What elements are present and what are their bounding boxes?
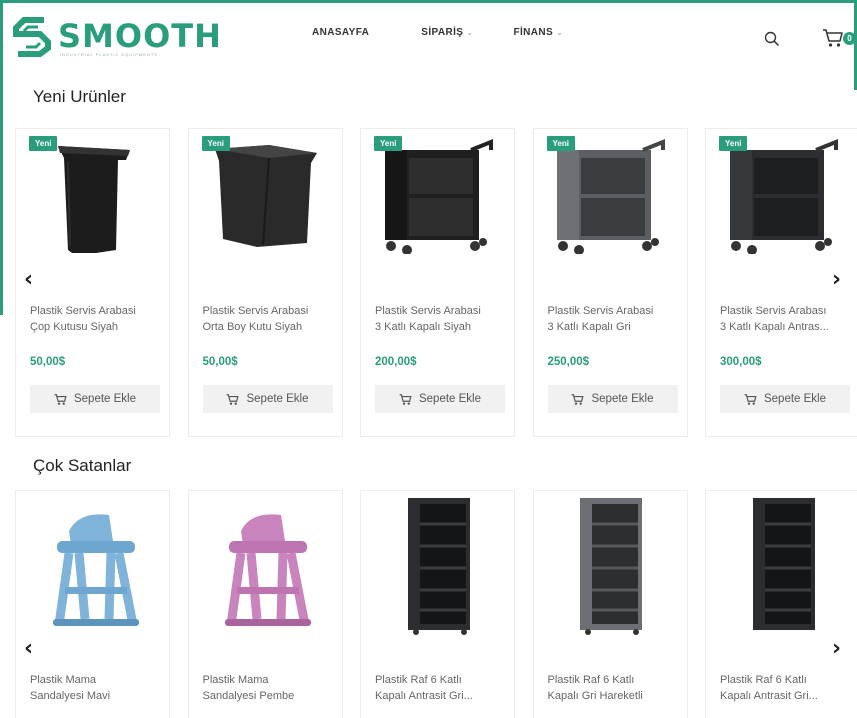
main-nav: ANASAYFA SİPARİŞ ⌄ FİNANS ⌄ bbox=[312, 27, 563, 38]
add-to-cart-button[interactable]: Sepete Ekle bbox=[202, 385, 333, 413]
logo-tagline: INDUSTRIAL PLASTIC EQUIPMENTS bbox=[60, 52, 158, 57]
cart-icon bbox=[54, 393, 67, 405]
logo-text: SMOOTH bbox=[58, 17, 222, 55]
product-image[interactable] bbox=[16, 491, 171, 641]
product-price: 50,00$ bbox=[30, 356, 66, 368]
product-card[interactable]: Yeni Plastik Servis Arabasi Çop Kutusu S… bbox=[15, 128, 170, 437]
nav-item-label: ANASAYFA bbox=[312, 27, 370, 38]
product-name[interactable]: Plastik Mama Sandalyesi Pembe bbox=[203, 672, 335, 704]
product-name[interactable]: Plastik Raf 6 Katlı Kapalı Gri Hareketli bbox=[548, 672, 680, 704]
cart-icon bbox=[399, 393, 412, 405]
logo-mark-icon bbox=[13, 17, 51, 57]
nav-item-anasayfa[interactable]: ANASAYFA bbox=[312, 27, 369, 38]
add-to-cart-label: Sepete Ekle bbox=[763, 393, 826, 405]
product-price: 200,00$ bbox=[375, 356, 417, 368]
product-carousel-best-sellers: Plastik Mama Sandalyesi Mavi Plastik Mam… bbox=[15, 490, 857, 718]
section-title-best-sellers: Çok Satanlar bbox=[33, 456, 132, 475]
black-bin-image bbox=[57, 145, 130, 253]
nav-item-siparis[interactable]: SİPARİŞ ⌄ bbox=[421, 27, 473, 38]
new-badge: Yeni bbox=[201, 136, 230, 151]
product-card[interactable]: Plastik Raf 6 Katlı Kapalı Antrasit Gri.… bbox=[705, 490, 857, 718]
add-to-cart-label: Sepete Ekle bbox=[418, 393, 481, 405]
add-to-cart-button[interactable]: Sepete Ekle bbox=[547, 385, 678, 413]
cart-icon bbox=[572, 393, 585, 405]
highchair-pink-image bbox=[225, 514, 311, 626]
add-to-cart-label: Sepete Ekle bbox=[591, 393, 654, 405]
section-title-new-products: Yeni Urünler bbox=[33, 87, 126, 106]
product-price: 250,00$ bbox=[547, 356, 590, 368]
product-card[interactable]: Yeni Plastik Servis Arabasi 3 Katlı Kapa… bbox=[532, 128, 688, 437]
add-to-cart-label: Sepete Ekle bbox=[73, 393, 136, 405]
add-to-cart-label: Sepete Ekle bbox=[246, 393, 309, 405]
carousel-prev-button[interactable]: ‹ bbox=[24, 636, 33, 661]
service-cart-grey-image bbox=[557, 139, 665, 254]
search-icon[interactable] bbox=[764, 31, 780, 47]
product-image[interactable] bbox=[361, 491, 516, 641]
service-cart-black-image bbox=[384, 139, 493, 254]
service-cart-anthracite-image bbox=[729, 139, 838, 254]
product-card[interactable]: Plastik Mama Sandalyesi Pembe bbox=[187, 490, 344, 718]
product-image[interactable] bbox=[706, 491, 857, 641]
product-name[interactable]: Plastik Servis Arabasi 3 Katlı Kapalı Gr… bbox=[548, 303, 680, 335]
new-badge: Yeni bbox=[719, 136, 748, 151]
product-price: 50,00$ bbox=[202, 356, 238, 368]
new-badge: Yeni bbox=[546, 136, 575, 151]
carousel-prev-button[interactable]: ‹ bbox=[24, 267, 33, 292]
new-badge: Yeni bbox=[374, 136, 403, 151]
carousel-next-button[interactable]: › bbox=[832, 636, 841, 661]
product-card[interactable]: Yeni Plastik Servis Arabasi 3 Katlı Kapa… bbox=[360, 128, 515, 437]
add-to-cart-button[interactable]: Sepete Ekle bbox=[720, 385, 850, 413]
carousel-next-button[interactable]: › bbox=[832, 267, 841, 292]
add-to-cart-button[interactable]: Sepete Ekle bbox=[30, 385, 160, 413]
product-name[interactable]: Plastik Servis Arabasi 3 Katlı Kapalı Si… bbox=[375, 303, 507, 335]
chevron-down-icon: ⌄ bbox=[556, 28, 564, 37]
product-name[interactable]: Plastik Servis Arabasi Orta Boy Kutu Siy… bbox=[203, 303, 335, 335]
product-image[interactable] bbox=[534, 491, 689, 641]
product-name[interactable]: Plastik Mama Sandalyesi Mavi bbox=[30, 672, 162, 704]
product-card[interactable]: Plastik Raf 6 Katlı Kapalı Antrasit Gri.… bbox=[360, 490, 515, 718]
product-name[interactable]: Plastik Servis Arabasi Çop Kutusu Siyah bbox=[30, 303, 162, 335]
highchair-blue-image bbox=[52, 514, 139, 626]
cart-icon[interactable] bbox=[822, 28, 844, 48]
product-name[interactable]: Plastik Raf 6 Katlı Kapalı Antrasit Gri.… bbox=[720, 672, 852, 704]
cart-icon bbox=[227, 393, 240, 405]
shelf-anthracite-image bbox=[407, 498, 470, 635]
nav-item-label: SİPARİŞ bbox=[421, 27, 464, 38]
shelf-anthracite-image bbox=[752, 498, 815, 630]
product-carousel-new: Yeni Plastik Servis Arabasi Çop Kutusu S… bbox=[15, 128, 857, 437]
product-price: 300,00$ bbox=[720, 356, 762, 368]
nav-item-finans[interactable]: FİNANS ⌄ bbox=[513, 27, 563, 38]
cart-count-badge: 0 bbox=[843, 32, 856, 45]
product-name[interactable]: Plastik Raf 6 Katlı Kapalı Antrasit Gri.… bbox=[375, 672, 507, 704]
add-to-cart-button[interactable]: Sepete Ekle bbox=[375, 385, 505, 413]
new-badge: Yeni bbox=[29, 136, 58, 151]
chevron-down-icon: ⌄ bbox=[466, 28, 474, 37]
product-name[interactable]: Plastik Servis Arabası 3 Katlı Kapalı An… bbox=[720, 303, 852, 335]
product-card[interactable]: Yeni Plastik Servis Arabasi Orta Boy Kut… bbox=[187, 128, 343, 437]
shelf-grey-image bbox=[580, 498, 642, 635]
product-card[interactable]: Plastik Mama Sandalyesi Mavi bbox=[15, 490, 170, 718]
product-image[interactable] bbox=[189, 491, 344, 641]
black-box-image bbox=[215, 144, 317, 247]
product-card[interactable]: Plastik Raf 6 Katlı Kapalı Gri Hareketli bbox=[532, 490, 689, 718]
cart-icon bbox=[744, 393, 757, 405]
nav-item-label: FİNANS bbox=[513, 27, 554, 38]
site-header: SMOOTH INDUSTRIAL PLASTIC EQUIPMENTS ANA… bbox=[0, 0, 857, 72]
